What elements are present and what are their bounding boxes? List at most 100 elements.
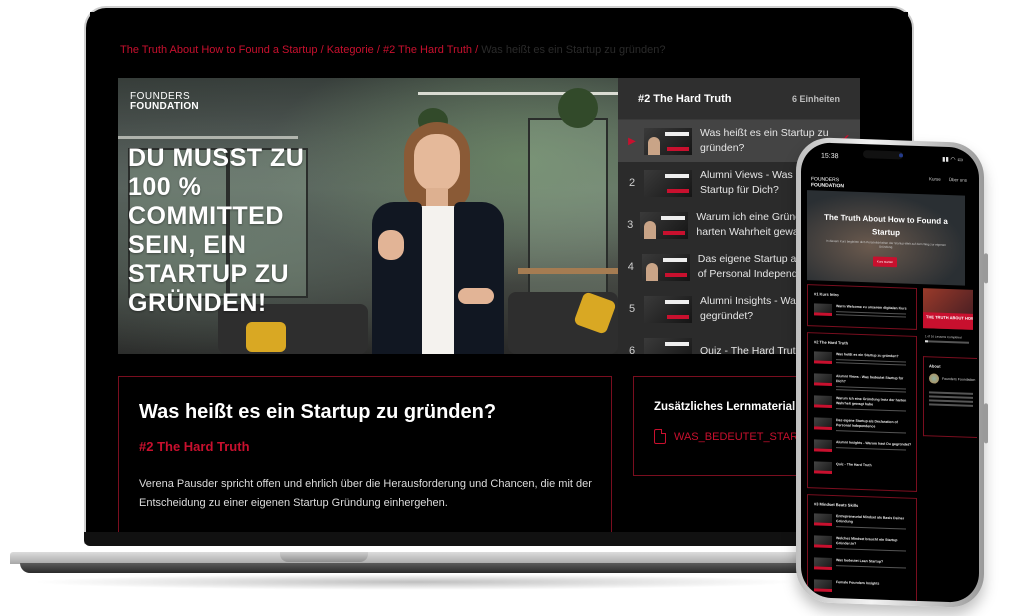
lesson-thumbnail: [814, 513, 832, 526]
laptop-base-bottom: [20, 563, 810, 573]
breadcrumb-course-link[interactable]: The Truth About How to Found a Startup: [120, 44, 318, 56]
start-course-button[interactable]: Kurs starten: [873, 256, 897, 268]
phone-screen: 15:38 ▮▮ ◠ ▭ Kurse Über uns FOUNDERS FOU…: [801, 141, 979, 604]
phone-lesson-row[interactable]: Warm Welcome zu unserem digitalen Kurs: [814, 303, 912, 318]
lesson-thumbnail: [644, 337, 692, 354]
phone-section-title: #2 The Hard Truth: [814, 339, 849, 346]
text-line: [929, 391, 973, 395]
phone-nav-about[interactable]: Über uns: [949, 177, 967, 183]
laptop-shadow: [30, 574, 800, 590]
phone-section-title: #3 Mindset Beats Skills: [814, 501, 859, 508]
phone-lesson-row[interactable]: Entrepreneurial Mindset als Basis Deiner…: [814, 513, 912, 530]
phone-section-title: #1 Kurs Intro: [814, 291, 839, 298]
phone-side-button: [984, 403, 988, 444]
breadcrumb-category-link[interactable]: Kategorie: [327, 44, 374, 56]
status-time: 15:38: [821, 152, 839, 161]
text-line: [929, 395, 973, 399]
lesson-info-panel: Was heißt es ein Startup zu gründen? #2 …: [118, 376, 612, 532]
phone-about-title: About: [929, 363, 941, 369]
phone-logo[interactable]: FOUNDERS FOUNDATION: [811, 176, 844, 189]
lesson-category: #2 The Hard Truth: [139, 439, 250, 454]
breadcrumb-separator: /: [472, 44, 482, 56]
lesson-thumbnail: [814, 461, 832, 474]
lesson-thumbnail: [640, 211, 689, 239]
video-scene-plant: [558, 88, 598, 128]
lesson-thumbnail: [814, 373, 832, 386]
playlist-item-number: 6: [628, 345, 636, 354]
phone-frame: 15:38 ▮▮ ◠ ▭ Kurse Über uns FOUNDERS FOU…: [796, 136, 988, 609]
phone-lesson-row[interactable]: Was heißt es ein Startup zu gründen?: [814, 351, 912, 366]
phone-lesson-row[interactable]: Alumni Views - Was bedeutet Startup für …: [814, 373, 912, 393]
phone-progress-fill: [925, 340, 928, 342]
phone-camera: [899, 153, 903, 158]
video-player[interactable]: FOUNDERS FOUNDATION DU MUSST ZU 100 % CO…: [118, 78, 618, 354]
playlist-item-number: 4: [627, 261, 634, 273]
lesson-thumbnail: [644, 169, 692, 197]
phone-section-card: #1 Kurs Intro Warm Welcome zu unserem di…: [807, 284, 917, 330]
play-icon: ▶: [628, 135, 636, 147]
laptop-bezel-bottom: [84, 532, 914, 546]
phone-notch: [863, 150, 903, 160]
lesson-thumbnail: [814, 351, 832, 364]
breadcrumb-separator: /: [317, 44, 327, 56]
phone-lesson-row[interactable]: Female Founders Insights: [814, 579, 912, 594]
breadcrumb-section-link[interactable]: #2 The Hard Truth: [383, 44, 472, 56]
materials-title: Zusätzliches Lernmaterial: [654, 401, 796, 413]
lesson-thumbnail: [644, 295, 692, 323]
video-scene-desk: [518, 268, 618, 274]
laptop-trackpad-notch: [280, 552, 368, 562]
lesson-thumbnail: [814, 535, 832, 548]
lesson-thumbnail: [644, 127, 692, 155]
lesson-description: Verena Pausder spricht offen und ehrlich…: [139, 478, 592, 509]
pdf-file-icon: [654, 429, 666, 444]
device-mockup: The Truth About How to Found a Startup /…: [0, 0, 1024, 616]
text-line: [929, 399, 973, 403]
phone-nav: Kurse Über uns: [929, 176, 967, 182]
phone-lesson-row[interactable]: Das eigene Startup als Declaration of Pe…: [814, 417, 912, 434]
playlist-header: #2 The Hard Truth 6 Einheiten: [618, 78, 860, 120]
laptop-screen: The Truth About How to Found a Startup /…: [90, 12, 908, 532]
breadcrumb: The Truth About How to Found a Startup /…: [120, 44, 665, 56]
phone-section-card: #2 The Hard Truth Was heißt es ein Start…: [807, 332, 917, 492]
phone-lesson-row[interactable]: Was bedeutet Lean Startup?: [814, 557, 912, 572]
lesson-thumbnail: [814, 439, 832, 452]
playlist-title: #2 The Hard Truth: [638, 92, 732, 105]
video-quote-overlay: DU MUSST ZU 100 % COMMITTED SEIN, EIN ST…: [128, 144, 305, 317]
phone-progress-label: 1 of 16 Lessons Completed: [925, 334, 962, 340]
breadcrumb-current: Was heißt es ein Startup zu gründen?: [481, 44, 666, 56]
phone-course-banner: THE TRUTH ABOUT HOW TO FOUND A STARTUP: [923, 312, 973, 330]
phone-hero-banner: The Truth About How to Found a Startup I…: [807, 190, 965, 286]
lesson-thumbnail: [814, 417, 832, 430]
lesson-thumbnail: [814, 579, 832, 592]
phone-nav-courses[interactable]: Kurse: [929, 176, 941, 181]
phone-side-button: [984, 253, 988, 284]
status-icons: ▮▮ ◠ ▭: [942, 156, 963, 164]
phone-lesson-row[interactable]: Welches Mindset braucht ein Startup Grün…: [814, 535, 912, 552]
playlist-item-number: 3: [627, 219, 634, 231]
lesson-title: Was heißt es ein Startup zu gründen?: [139, 401, 497, 423]
lesson-thumbnail: [641, 253, 690, 281]
phone-status-bar: 15:38 ▮▮ ◠ ▭: [801, 142, 979, 174]
playlist-item-number: 5: [628, 303, 636, 315]
video-scene-pillow: [246, 322, 286, 352]
founders-foundation-logo: FOUNDERS FOUNDATION: [130, 91, 199, 112]
lesson-thumbnail: [814, 395, 832, 408]
text-line: [929, 403, 973, 407]
video-scene-light: [118, 136, 298, 139]
phone-lesson-row[interactable]: Alumni Insights - Warum hast Du gegründe…: [814, 439, 912, 454]
phone-hero-title: The Truth About How to Found a Startup: [824, 212, 948, 238]
lesson-thumbnail: [814, 557, 832, 570]
avatar: [929, 373, 939, 384]
playlist-item-number: 2: [628, 177, 636, 189]
playlist-unit-count: 6 Einheiten: [791, 93, 840, 104]
phone-about-name: Founders Foundation: [942, 376, 976, 382]
lesson-thumbnail: [814, 303, 832, 316]
phone-lesson-row[interactable]: Warum ich eine Gründung trotz der harten…: [814, 395, 912, 412]
phone-lesson-row[interactable]: Quiz - The Hard Truth: [814, 461, 912, 476]
phone-section-card: #3 Mindset Beats Skills Entrepreneurial …: [807, 494, 917, 604]
breadcrumb-separator: /: [373, 44, 383, 56]
playlist-item-label: Quiz - The Hard Truth: [700, 344, 802, 355]
video-presenter: [358, 122, 518, 354]
phone-about-panel: About Founders Foundation: [923, 356, 977, 439]
phone-progress-bar: [925, 340, 969, 344]
